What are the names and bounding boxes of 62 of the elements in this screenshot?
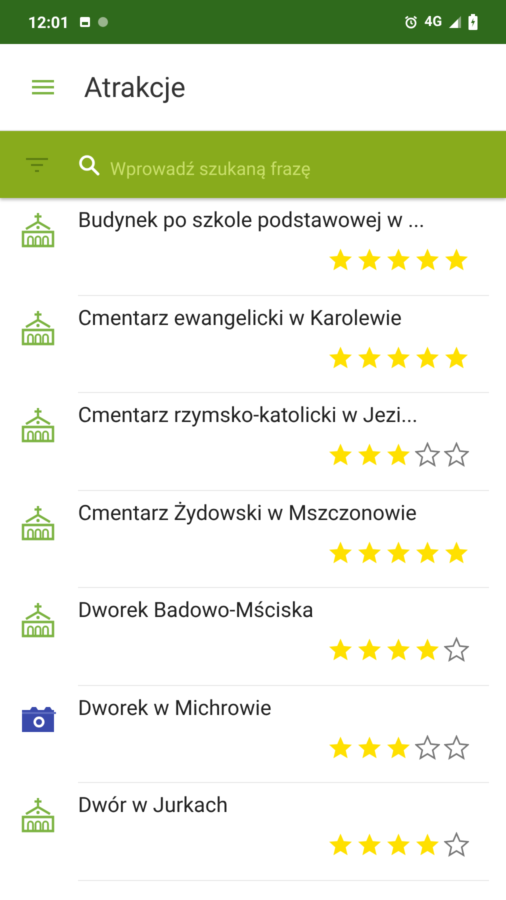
filled-star-icon <box>386 637 411 662</box>
filled-star-icon <box>386 832 411 857</box>
filled-star-icon <box>357 540 382 564</box>
item-name: Budynek po szkole podstawowej w ... <box>78 209 426 233</box>
filled-star-icon <box>328 442 353 467</box>
empty-star-icon <box>415 734 440 760</box>
filled-star-icon <box>444 540 469 564</box>
filled-star-icon <box>386 344 411 370</box>
empty-star-icon <box>415 442 440 467</box>
empty-star-icon <box>444 734 469 760</box>
dot-icon <box>97 16 110 28</box>
filled-star-icon <box>328 734 353 760</box>
filled-star-icon <box>386 540 411 564</box>
filled-star-icon <box>357 637 382 662</box>
list-item[interactable]: Dworek Badowo-Mściska <box>0 588 506 686</box>
search-bar[interactable]: Wprowadź szukaną frazę <box>0 131 506 198</box>
item-name: Dwór w Jurkach <box>78 794 229 818</box>
empty-star-icon <box>444 637 469 662</box>
filled-star-icon <box>328 247 353 272</box>
filled-star-icon <box>415 832 440 857</box>
filled-star-icon <box>328 832 353 857</box>
list-item[interactable]: Cmentarz ewangelicki w Karolewie <box>0 296 506 393</box>
item-name: Cmentarz rzymsko-katolicki w Jezi... <box>78 404 419 428</box>
item-name: Cmentarz ewangelicki w Karolewie <box>78 306 403 330</box>
list-item[interactable]: Dworek w Michrowie <box>0 686 506 783</box>
filled-star-icon <box>357 442 382 467</box>
filled-star-icon <box>328 540 353 564</box>
filled-star-icon <box>444 344 469 370</box>
item-name: Dworek Badowo-Mściska <box>78 599 315 623</box>
menu-icon <box>32 79 54 95</box>
filled-star-icon <box>328 344 353 370</box>
list-item[interactable]: Cmentarz rzymsko-katolicki w Jezi... <box>0 393 506 490</box>
filled-star-icon <box>444 247 469 272</box>
empty-star-icon <box>444 442 469 467</box>
search-field[interactable]: Wprowadź szukaną frazę <box>108 152 494 188</box>
clock-time: 12:01 <box>28 12 70 32</box>
filled-star-icon <box>357 734 382 760</box>
screen-title: Atrakcje <box>84 70 186 104</box>
battery-icon <box>468 14 478 30</box>
search-icon <box>78 154 100 176</box>
item-name: Cmentarz Żydowski w Mszczonowie <box>78 502 418 526</box>
filled-star-icon <box>386 442 411 467</box>
filled-star-icon <box>328 637 353 662</box>
list-item[interactable]: Budynek po szkole podstawowej w ... <box>0 198 506 296</box>
filled-star-icon <box>357 344 382 370</box>
filled-star-icon <box>415 540 440 564</box>
signal-icon <box>448 15 462 29</box>
filled-star-icon <box>386 247 411 272</box>
filled-star-icon <box>357 832 382 857</box>
filled-star-icon <box>415 344 440 370</box>
item-name: Dworek w Michrowie <box>78 696 272 720</box>
filled-star-icon <box>386 734 411 760</box>
list-item[interactable]: Dwór w Jurkach <box>0 783 506 880</box>
alarm-icon <box>404 15 418 29</box>
filled-star-icon <box>357 247 382 272</box>
filter-icon <box>26 156 48 172</box>
image-icon <box>79 16 92 28</box>
empty-star-icon <box>444 832 469 857</box>
filled-star-icon <box>415 247 440 272</box>
network-label: 4G <box>424 14 442 30</box>
list-item[interactable]: Cmentarz Żydowski w Mszczonowie <box>0 490 506 588</box>
filled-star-icon <box>415 637 440 662</box>
